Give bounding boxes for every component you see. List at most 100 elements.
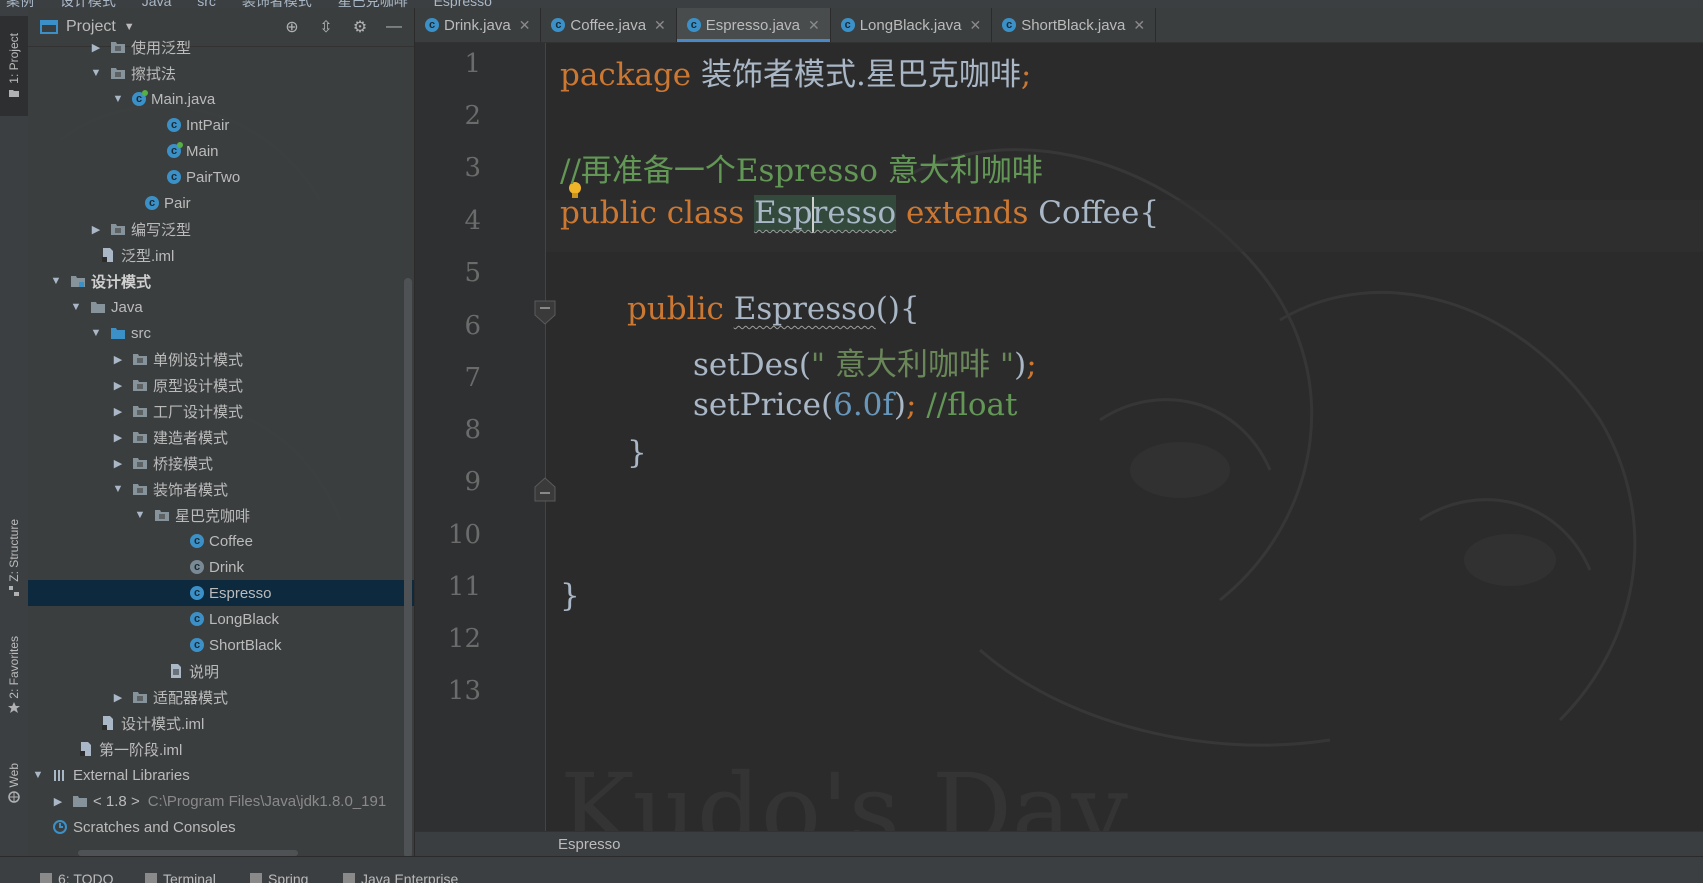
tree-row[interactable]: ▼ src (28, 320, 414, 346)
chevron-right-icon[interactable]: ▶ (112, 691, 124, 704)
tree-label: 编写泛型 (131, 221, 192, 239)
close-icon[interactable]: ✕ (1133, 17, 1145, 34)
tab-coffee[interactable]: c Coffee.java ✕ (541, 8, 677, 42)
close-icon[interactable]: ✕ (808, 17, 820, 34)
package-icon (133, 354, 147, 365)
bottom-tool-bar: 6: TODO Terminal Spring Java Enterprise (0, 856, 1703, 883)
tool-tab-label: Terminal (163, 871, 216, 883)
chevron-down-icon[interactable]: ▼ (32, 769, 44, 781)
tree-label: 设计模式 (91, 273, 152, 291)
tree-row[interactable]: ▼ 设计模式 (28, 268, 414, 294)
tool-tab-todo[interactable]: 6: TODO (40, 871, 114, 883)
tool-tab-favorites[interactable]: 2: Favorites (0, 620, 28, 730)
tool-tab-terminal[interactable]: Terminal (145, 871, 216, 883)
tree-row[interactable]: ▶ 编写泛型 (28, 216, 414, 242)
tree-label: IntPair (186, 116, 230, 134)
tree-row[interactable]: c Pair (28, 190, 414, 216)
tree-label: External Libraries (73, 766, 190, 784)
chevron-down-icon[interactable]: ▼ (70, 301, 82, 313)
code-editor[interactable]: 1 2 3 4 5 6 7 8 9 10 11 12 13 package 装饰… (415, 43, 1703, 831)
tree-row[interactable]: ▼ External Libraries (28, 762, 414, 788)
package-icon (155, 510, 169, 521)
breadcrumb-class[interactable]: Espresso (558, 836, 621, 853)
chevron-down-icon[interactable]: ▼ (112, 483, 124, 495)
tree-row[interactable]: ▼ 星巴克咖啡 (28, 502, 414, 528)
project-tree: ▶ 使用泛型 ▼ 擦拭法 ▼ c Main.java c IntPair c M… (28, 40, 414, 840)
tab-shortblack[interactable]: c ShortBlack.java ✕ (992, 8, 1157, 42)
tree-row[interactable]: ▼ c Main.java (28, 86, 414, 112)
tool-tab-spring[interactable]: Spring (250, 871, 308, 883)
tree-label: 适配器模式 (153, 689, 229, 707)
tool-tab-structure[interactable]: Z: Structure (0, 508, 28, 608)
globe-icon (8, 791, 20, 803)
close-icon[interactable]: ✕ (969, 17, 981, 34)
tree-row[interactable]: ▶ 建造者模式 (28, 424, 414, 450)
tree-row[interactable]: ▶ 适配器模式 (28, 684, 414, 710)
tree-row[interactable]: 说明 (28, 658, 414, 684)
tree-row[interactable]: 泛型.iml (28, 242, 414, 268)
tab-drink[interactable]: c Drink.java ✕ (415, 8, 542, 42)
tree-label: Java (111, 298, 143, 316)
tree-row[interactable]: 第一阶段.iml (28, 736, 414, 762)
tree-row[interactable]: c LongBlack (28, 606, 414, 632)
java-class-icon: c (167, 118, 181, 132)
tool-tab-web[interactable]: Web (0, 738, 28, 828)
close-icon[interactable]: ✕ (654, 17, 666, 34)
tree-row[interactable]: c Main (28, 138, 414, 164)
source-folder-icon (111, 328, 125, 339)
tool-tab-label: 6: TODO (58, 871, 114, 883)
vertical-scrollbar[interactable] (404, 278, 412, 856)
tree-row[interactable]: ▶ 工厂设计模式 (28, 398, 414, 424)
tree-row[interactable]: ▶ 使用泛型 (28, 34, 414, 60)
code-line: public Espresso(){ (627, 291, 920, 327)
tool-tab-java-enterprise[interactable]: Java Enterprise (343, 871, 458, 883)
chevron-down-icon[interactable]: ▼ (90, 327, 102, 339)
iml-file-icon (102, 248, 113, 262)
tree-row[interactable]: Scratches and Consoles (28, 814, 414, 840)
chevron-right-icon[interactable]: ▶ (90, 41, 102, 54)
tree-row[interactable]: ▶ 桥接模式 (28, 450, 414, 476)
tree-row[interactable]: c ShortBlack (28, 632, 414, 658)
chevron-right-icon[interactable]: ▶ (112, 457, 124, 470)
tree-label: Scratches and Consoles (73, 818, 236, 836)
chevron-down-icon[interactable]: ▼ (90, 67, 102, 79)
tree-row[interactable]: c PairTwo (28, 164, 414, 190)
tree-row[interactable]: ▼ Java (28, 294, 414, 320)
star-icon (8, 702, 20, 714)
tree-row[interactable]: 设计模式.iml (28, 710, 414, 736)
chevron-right-icon[interactable]: ▶ (112, 353, 124, 366)
tree-row[interactable]: ▼ 装饰者模式 (28, 476, 414, 502)
code-token: ; (1026, 347, 1037, 383)
tab-espresso[interactable]: c Espresso.java ✕ (676, 8, 831, 42)
chevron-right-icon[interactable]: ▶ (52, 795, 64, 808)
tool-tab-label: Java Enterprise (361, 871, 459, 883)
tree-row[interactable]: ▼ 擦拭法 (28, 60, 414, 86)
tree-row[interactable]: c Coffee (28, 528, 414, 554)
tree-row[interactable]: c IntPair (28, 112, 414, 138)
tool-tab-project[interactable]: 1: Project (0, 16, 28, 116)
chevron-right-icon[interactable]: ▶ (112, 431, 124, 444)
tree-row[interactable]: c Drink (28, 554, 414, 580)
code-token: //float (926, 387, 1018, 423)
chevron-right-icon[interactable]: ▶ (90, 223, 102, 236)
chevron-down-icon[interactable]: ▼ (134, 509, 146, 521)
chevron-right-icon[interactable]: ▶ (112, 405, 124, 418)
tree-row-selected[interactable]: c Espresso (28, 580, 414, 606)
chevron-down-icon[interactable]: ▼ (50, 275, 62, 287)
fold-close-icon[interactable] (532, 477, 558, 503)
tab-label: ShortBlack.java (1021, 16, 1126, 34)
tab-label: Coffee.java (570, 16, 647, 34)
tree-label: 建造者模式 (153, 429, 229, 447)
chevron-down-icon[interactable]: ▼ (112, 93, 124, 105)
fold-open-icon[interactable] (532, 299, 558, 325)
close-icon[interactable]: ✕ (519, 17, 531, 34)
package-icon (133, 432, 147, 443)
tree-row[interactable]: ▶ 单例设计模式 (28, 346, 414, 372)
java-class-icon: c (551, 18, 566, 32)
tree-label: 第一阶段.iml (99, 741, 183, 759)
chevron-right-icon[interactable]: ▶ (112, 379, 124, 392)
tree-row[interactable]: ▶ 原型设计模式 (28, 372, 414, 398)
class-name-token[interactable]: Espresso (754, 195, 897, 233)
tab-longblack[interactable]: c LongBlack.java ✕ (831, 8, 993, 42)
tree-row[interactable]: ▶ < 1.8 > C:\Program Files\Java\jdk1.8.0… (28, 788, 414, 814)
